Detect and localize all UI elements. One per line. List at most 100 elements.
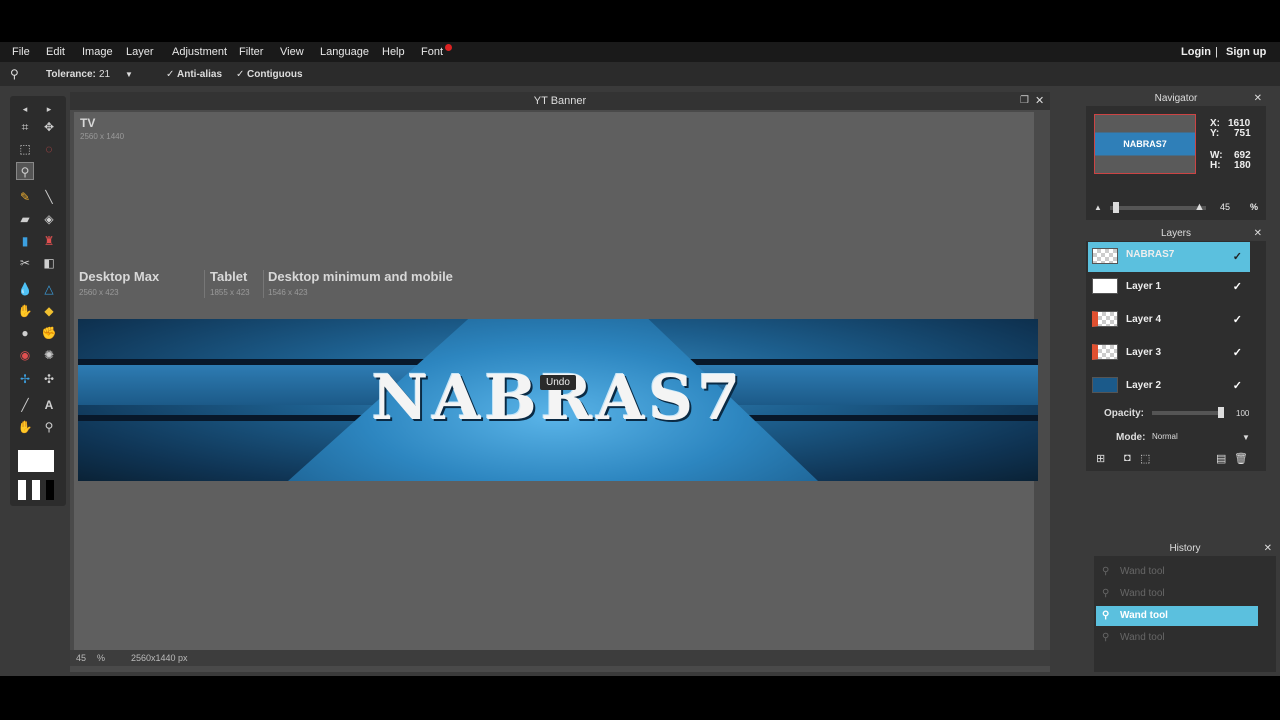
brush-tool-icon[interactable]: ╲ — [40, 188, 58, 206]
history-item[interactable]: ⚲ Wand tool — [1096, 606, 1258, 626]
history-item[interactable]: ⚲ Wand tool — [1096, 584, 1258, 604]
sponge-tool-icon[interactable]: ◆ — [40, 302, 58, 320]
wand-icon: ⚲ — [1102, 566, 1110, 577]
zoom-tool-icon[interactable]: ⚲ — [40, 418, 58, 436]
menu-language[interactable]: Language — [320, 46, 369, 58]
login-link[interactable]: Login — [1181, 46, 1211, 58]
close-document-icon[interactable]: ✕ — [1035, 94, 1044, 107]
tolerance-dropdown-icon[interactable]: ▼ — [125, 70, 133, 79]
drawing-tool-icon[interactable]: ◧ — [40, 254, 58, 272]
crop-tool-icon[interactable]: ⌗ — [16, 118, 34, 136]
y-value: 751 — [1234, 128, 1251, 139]
contiguous-checkbox[interactable]: ✓ — [236, 69, 244, 80]
layer-visibility-checkbox[interactable]: ✓ — [1233, 313, 1242, 326]
collapse-left-icon[interactable]: ◂ — [16, 100, 34, 118]
zoom-slider-handle[interactable] — [1113, 202, 1119, 213]
smudge-tool-icon[interactable]: ✋ — [16, 302, 34, 320]
close-history-icon[interactable]: ✕ — [1264, 543, 1272, 554]
menu-bar: File Edit Image Layer Adjustment Filter … — [0, 42, 1280, 62]
layer-thumbnail — [1092, 278, 1118, 294]
history-title: History — [1094, 542, 1276, 556]
new-layer-icon[interactable]: ▤ — [1216, 452, 1226, 465]
menu-edit[interactable]: Edit — [46, 46, 65, 58]
layer-row[interactable]: Layer 4 ✓ — [1088, 305, 1250, 335]
history-item[interactable]: ⚲ Wand tool — [1096, 562, 1258, 582]
zone-desktop-max-label: Desktop Max — [79, 269, 160, 284]
menu-file[interactable]: File — [12, 46, 30, 58]
collapse-right-icon[interactable]: ▸ — [40, 100, 58, 118]
layer-settings-icon[interactable]: ⊞ — [1096, 452, 1105, 465]
add-mask-icon[interactable]: ◘ — [1124, 452, 1131, 464]
opacity-slider-handle[interactable] — [1218, 407, 1224, 418]
pinch-tool-icon[interactable]: ✣ — [40, 370, 58, 388]
layer-visibility-checkbox[interactable]: ✓ — [1233, 346, 1242, 359]
layer-row[interactable]: Layer 2 ✓ — [1088, 371, 1250, 401]
sharpen-tool-icon[interactable]: △ — [40, 280, 58, 298]
grid-pattern-icon[interactable] — [18, 480, 54, 500]
zoom-slider[interactable] — [1110, 206, 1206, 210]
color-swatch[interactable] — [18, 450, 54, 472]
hand-tool-icon[interactable]: ✋ — [16, 418, 34, 436]
fill-tool-icon[interactable]: ◈ — [40, 210, 58, 228]
type-tool-icon[interactable]: A — [40, 396, 58, 414]
spot-heal-tool-icon[interactable]: ✺ — [40, 346, 58, 364]
navigator-panel: Navigator ✕ NABRAS7 X: 1610 Y: 751 W: 69… — [1086, 92, 1266, 220]
layer-row[interactable]: Layer 3 ✓ — [1088, 338, 1250, 368]
anti-alias-checkbox[interactable]: ✓ — [166, 69, 174, 80]
mode-select[interactable]: Normal — [1152, 432, 1178, 441]
layer-row[interactable]: Layer 1 ✓ — [1088, 272, 1250, 302]
menu-layer[interactable]: Layer — [126, 46, 154, 58]
history-item-label: Wand tool — [1120, 610, 1168, 621]
signup-link[interactable]: Sign up — [1226, 46, 1266, 58]
layer-visibility-checkbox[interactable]: ✓ — [1233, 280, 1242, 293]
bloat-tool-icon[interactable]: ✢ — [16, 370, 34, 388]
canvas[interactable]: TV 2560 x 1440 Desktop Max 2560 x 423 Ta… — [74, 112, 1038, 652]
close-navigator-icon[interactable]: ✕ — [1254, 93, 1262, 104]
close-layers-icon[interactable]: ✕ — [1254, 228, 1262, 239]
navigator-zoom-value[interactable]: 45 — [1220, 202, 1230, 212]
zone-divider — [263, 270, 264, 298]
zoom-value[interactable]: 45 — [76, 653, 86, 663]
mode-dropdown-icon[interactable]: ▼ — [1242, 433, 1250, 442]
gradient-tool-icon[interactable]: ▮ — [16, 232, 34, 250]
layer-visibility-checkbox[interactable]: ✓ — [1233, 250, 1242, 263]
marquee-tool-icon[interactable]: ⬚ — [16, 140, 34, 158]
tolerance-value[interactable]: 21 — [99, 69, 110, 80]
tolerance-label: Tolerance: — [46, 69, 96, 80]
navigator-thumbnail[interactable]: NABRAS7 — [1094, 114, 1196, 174]
opacity-slider[interactable] — [1152, 411, 1222, 415]
restore-icon[interactable]: ❐ — [1020, 95, 1029, 106]
menu-filter[interactable]: Filter — [239, 46, 263, 58]
menu-help[interactable]: Help — [382, 46, 405, 58]
pencil-tool-icon[interactable]: ✎ — [16, 188, 34, 206]
move-tool-icon[interactable]: ✥ — [40, 118, 58, 136]
lasso-tool-icon[interactable]: ◌ — [40, 140, 58, 158]
eraser-tool-icon[interactable]: ▰ — [16, 210, 34, 228]
wand-tool-icon[interactable]: ⚲ — [16, 162, 34, 180]
history-item[interactable]: ⚲ Wand tool — [1096, 628, 1258, 648]
layer-name: Layer 1 — [1126, 281, 1162, 292]
menu-adjustment[interactable]: Adjustment — [172, 46, 227, 58]
tool-options-bar: ⚲ Tolerance: 21 ▼ ✓ Anti-alias ✓ Contigu… — [0, 62, 1280, 86]
opacity-value[interactable]: 100 — [1236, 409, 1249, 418]
layer-styles-icon[interactable]: ⬚ — [1140, 452, 1150, 465]
dodge-tool-icon[interactable]: ● — [16, 324, 34, 342]
document-title: YT Banner — [70, 92, 1050, 110]
zoom-in-icon[interactable]: ▲ — [1194, 201, 1205, 213]
layer-row[interactable]: NABRAS7 ✓ — [1088, 242, 1250, 272]
burn-tool-icon[interactable]: ✊ — [40, 324, 58, 342]
layer-visibility-checkbox[interactable]: ✓ — [1233, 379, 1242, 392]
zoom-out-icon[interactable]: ▲ — [1094, 203, 1102, 212]
menu-image[interactable]: Image — [82, 46, 113, 58]
zoom-percent: % — [97, 653, 106, 663]
wand-icon: ⚲ — [1102, 632, 1110, 643]
delete-layer-icon[interactable]: 🗑 — [1234, 452, 1248, 465]
stamp-tool-icon[interactable]: ♜ — [40, 232, 58, 250]
menu-view[interactable]: View — [280, 46, 304, 58]
color-picker-tool-icon[interactable]: ╱ — [16, 396, 34, 414]
banner-image[interactable]: NABRAS7 Undo — [78, 319, 1038, 481]
menu-font[interactable]: Font — [421, 46, 443, 58]
red-eye-tool-icon[interactable]: ◉ — [16, 346, 34, 364]
blur-tool-icon[interactable]: 💧 — [16, 280, 34, 298]
color-replace-icon[interactable]: ✂ — [16, 254, 34, 272]
